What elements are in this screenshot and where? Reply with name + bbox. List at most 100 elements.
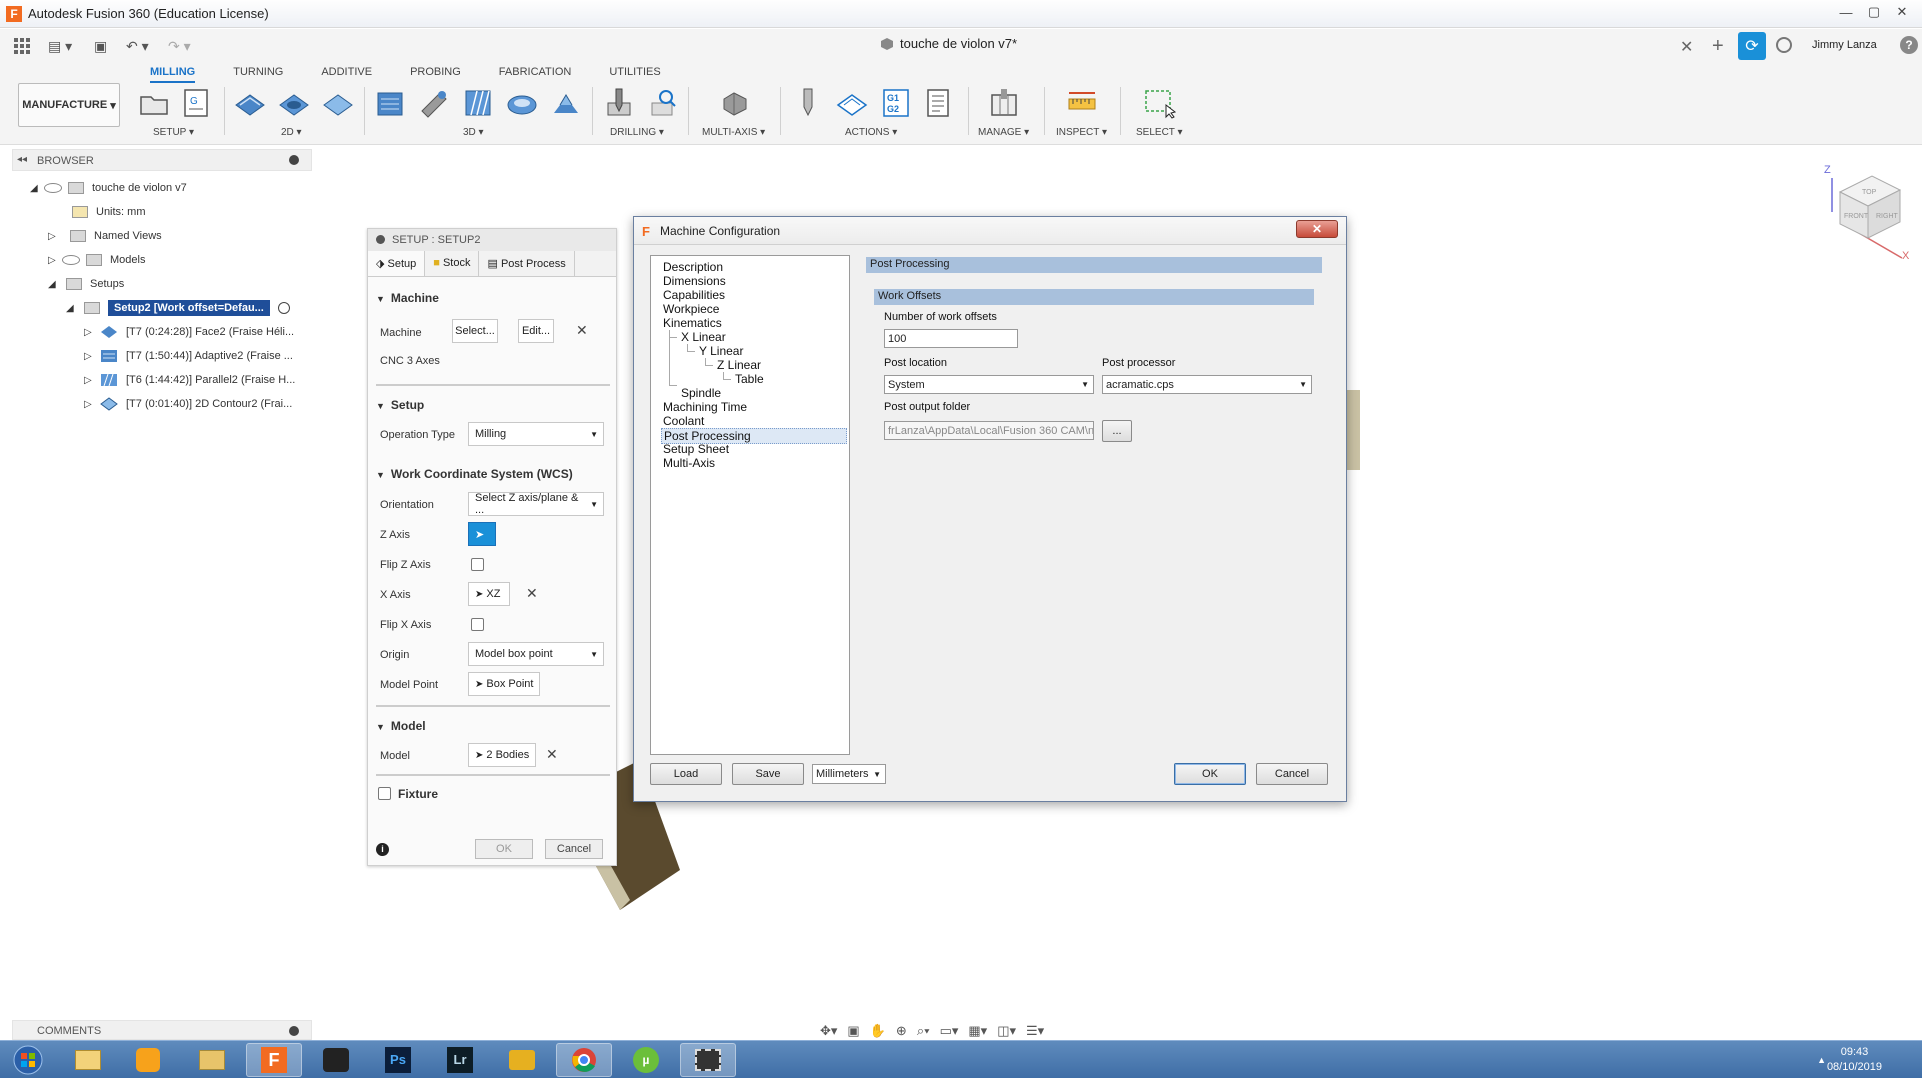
2d-adaptive-icon[interactable]	[234, 87, 266, 119]
setup-sheet-icon[interactable]	[922, 87, 954, 119]
start-button[interactable]	[4, 1042, 52, 1078]
setup-cancel-button[interactable]: Cancel	[545, 839, 603, 859]
post-output-folder-input[interactable]: frLanza\AppData\Local\Fusion 360 CAM\nc	[884, 421, 1094, 440]
simulate-icon[interactable]	[792, 87, 824, 119]
info-icon[interactable]: i	[376, 843, 389, 856]
tree-item-multi-axis[interactable]: Multi-Axis	[663, 456, 715, 470]
orbit-icon[interactable]: ✥▾	[820, 1023, 837, 1039]
browser-op-parallel2[interactable]: ▷ [T6 (1:44:42)] Parallel2 (Fraise H...	[84, 369, 295, 391]
multi-axis-icon[interactable]	[718, 87, 750, 119]
machine-config-titlebar[interactable]: F Machine Configuration ✕	[634, 217, 1346, 245]
tree-item-spindle[interactable]: Spindle	[681, 386, 721, 400]
2d-face-icon[interactable]	[322, 87, 354, 119]
media-player-icon[interactable]	[120, 1043, 176, 1077]
browser-header[interactable]: ◂◂ BROWSER	[12, 149, 312, 171]
operation-type-select[interactable]: Milling ▼	[468, 422, 604, 446]
tree-item-workpiece[interactable]: Workpiece	[663, 302, 719, 316]
tool-library-icon[interactable]	[988, 87, 1020, 119]
system-clock[interactable]: 09:43 08/10/2019	[1827, 1045, 1882, 1075]
z-axis-selector[interactable]: ➤	[468, 522, 496, 546]
activate-setup-icon[interactable]	[277, 302, 290, 314]
tree-item-table[interactable]: Table	[735, 372, 764, 386]
collapse-icon[interactable]: ◢	[66, 303, 80, 314]
load-button[interactable]: Load	[650, 763, 722, 785]
post-processor-select[interactable]: acramatic.cps ▼	[1102, 375, 1312, 394]
comments-add-icon[interactable]	[289, 1026, 299, 1036]
window-select-icon[interactable]	[1144, 87, 1176, 119]
setup-ok-button[interactable]: OK	[475, 839, 533, 859]
expand-icon[interactable]: ▷	[84, 399, 98, 410]
tree-item-kinematics[interactable]: Kinematics	[663, 316, 722, 330]
clear-model-icon[interactable]: ✕	[546, 746, 558, 763]
visibility-eye-icon[interactable]	[62, 255, 80, 265]
redo-icon[interactable]: ↷ ▾	[168, 35, 191, 57]
units-select[interactable]: Millimeters ▼	[812, 764, 886, 784]
3d-contour-icon[interactable]	[550, 87, 582, 119]
hole-recognition-icon[interactable]	[646, 87, 678, 119]
filezilla-icon[interactable]	[494, 1043, 550, 1077]
environment-icon[interactable]: ☰▾	[1026, 1023, 1044, 1039]
tab-fabrication[interactable]: FABRICATION	[499, 65, 572, 83]
flip-z-axis-checkbox[interactable]	[471, 558, 484, 571]
browser-root[interactable]: ◢ touche de violon v7	[30, 177, 187, 199]
data-panel-grid-icon[interactable]	[14, 35, 30, 57]
tab-utilities[interactable]: UTILITIES	[609, 65, 660, 83]
fixture-checkbox[interactable]	[378, 787, 391, 800]
photoshop-icon[interactable]: Ps	[370, 1043, 426, 1077]
tree-item-machining-time[interactable]: Machining Time	[663, 400, 747, 414]
tab-milling[interactable]: MILLING	[150, 65, 196, 83]
model-point-selector[interactable]: ➤ Box Point	[468, 672, 540, 696]
measure-icon[interactable]	[1066, 87, 1098, 119]
3d-scallop-icon[interactable]	[506, 87, 538, 119]
clock-icon[interactable]	[1776, 37, 1792, 53]
tree-item-y-linear[interactable]: Y Linear	[699, 344, 743, 358]
zoom-icon[interactable]: ⊕	[896, 1023, 907, 1039]
generate-toolpath-icon[interactable]	[836, 87, 868, 119]
camera-app-icon[interactable]	[308, 1043, 364, 1077]
machine-section-header[interactable]: Machine	[376, 291, 439, 305]
3d-pocket-icon[interactable]	[418, 87, 450, 119]
setup-panel-title[interactable]: SETUP : SETUP2	[368, 229, 616, 251]
collapse-icon[interactable]: ◢	[48, 279, 62, 290]
grid-settings-icon[interactable]: ▦▾	[968, 1023, 987, 1039]
display-settings-icon[interactable]: ▭▾	[940, 1023, 959, 1039]
close-document-icon[interactable]: ✕	[1680, 37, 1693, 57]
tab-additive[interactable]: ADDITIVE	[321, 65, 372, 83]
group-inspect[interactable]: INSPECT ▾	[1056, 127, 1107, 138]
machine-select-button[interactable]: Select...	[452, 319, 498, 343]
model-section-header[interactable]: Model	[376, 719, 426, 733]
wcs-section-header[interactable]: Work Coordinate System (WCS)	[376, 467, 573, 481]
view-cube-front[interactable]: FRONT	[1844, 213, 1869, 220]
x-axis-selector[interactable]: ➤ XZ	[468, 582, 510, 606]
dialog-close-button[interactable]: ✕	[1296, 220, 1338, 238]
expand-icon[interactable]: ▷	[48, 255, 62, 266]
document-tab[interactable]: touche de violon v7*	[880, 36, 1017, 51]
browser-op-contour2[interactable]: ▷ [T7 (0:01:40)] 2D Contour2 (Frai...	[84, 393, 292, 415]
job-status-icon[interactable]: ⟳	[1738, 32, 1766, 60]
drill-icon[interactable]	[602, 87, 634, 119]
3d-adaptive-icon[interactable]	[374, 87, 406, 119]
new-tab-icon[interactable]: +	[1712, 35, 1724, 58]
maximize-button[interactable]: ▢	[1860, 2, 1888, 22]
group-select[interactable]: SELECT ▾	[1136, 127, 1183, 138]
view-cube[interactable]: TOP FRONT RIGHT Z X	[1820, 162, 1910, 262]
clear-machine-icon[interactable]: ✕	[576, 322, 588, 339]
tree-item-setup-sheet[interactable]: Setup Sheet	[663, 442, 729, 456]
machine-edit-button[interactable]: Edit...	[518, 319, 554, 343]
tray-expand-icon[interactable]: ▲	[1817, 1055, 1826, 1065]
file-menu-icon[interactable]: ▤ ▾	[48, 35, 72, 57]
flip-x-axis-checkbox[interactable]	[471, 618, 484, 631]
group-actions[interactable]: ACTIONS ▾	[845, 127, 897, 138]
browser-op-face2[interactable]: ▷ [T7 (0:24:28)] Face2 (Fraise Héli...	[84, 321, 294, 343]
fit-icon[interactable]: ⌕▾	[917, 1023, 930, 1039]
setup2-label[interactable]: Setup2 [Work offset=Defau...	[108, 300, 270, 316]
browser-setups[interactable]: ◢ Setups	[48, 273, 124, 295]
group-setup[interactable]: SETUP ▾	[153, 127, 194, 138]
tab-turning[interactable]: TURNING	[233, 65, 283, 83]
group-manage[interactable]: MANAGE ▾	[978, 127, 1029, 138]
film-app-icon[interactable]	[680, 1043, 736, 1077]
browse-folder-button[interactable]: ...	[1102, 420, 1132, 442]
fusion-360-taskbar-icon[interactable]: F	[246, 1043, 302, 1077]
collapse-icon[interactable]: ◢	[30, 183, 44, 194]
model-selector[interactable]: ➤ 2 Bodies	[468, 743, 536, 767]
